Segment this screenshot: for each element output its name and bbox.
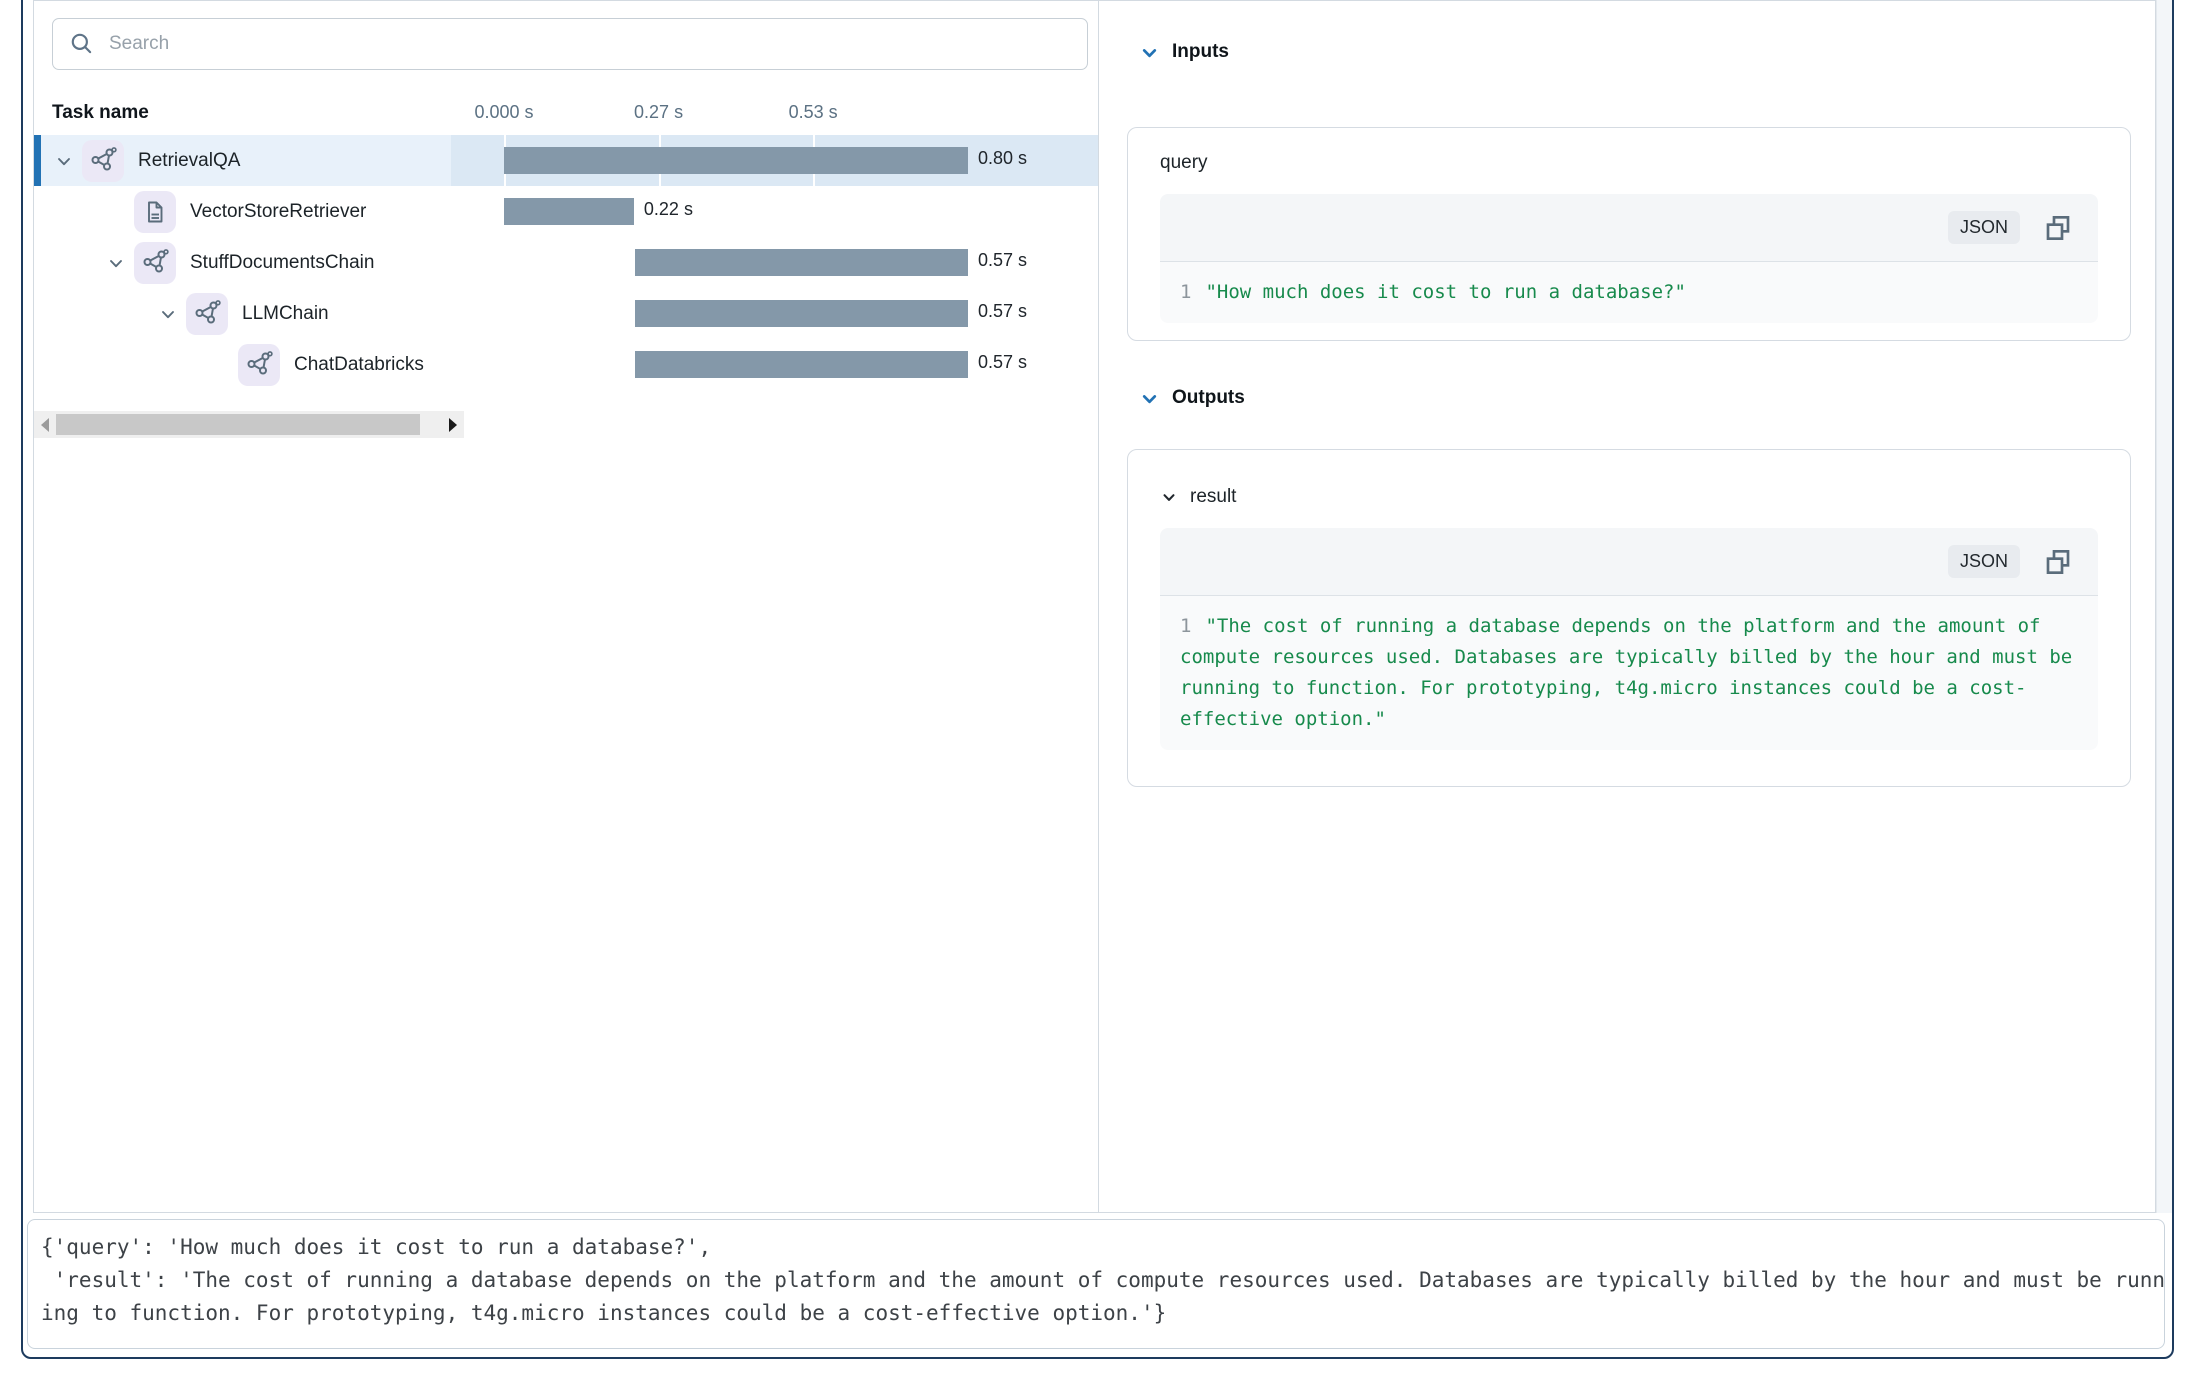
stdout-output-box: {'query': 'How much does it cost to run … — [27, 1219, 2165, 1349]
duration-label: 0.80 s — [978, 148, 1027, 169]
time-tick: 0.27 s — [634, 102, 683, 123]
span-details-pane: Inputs query JSON 1"How much do — [1099, 1, 2157, 1212]
expand-chevron-icon[interactable] — [46, 143, 82, 179]
scrollbar-thumb[interactable] — [56, 414, 420, 435]
duration-bar[interactable] — [504, 147, 968, 174]
duration-label: 0.57 s — [978, 301, 1027, 322]
task-row-retrievalqa[interactable]: RetrievalQA 0.80 s — [34, 135, 1098, 186]
copy-icon[interactable] — [2042, 546, 2074, 578]
query-code: 1"How much does it cost to run a databas… — [1160, 262, 2098, 323]
task-label: RetrievalQA — [138, 150, 240, 172]
chevron-down-icon — [1139, 388, 1160, 409]
duration-bar[interactable] — [635, 351, 969, 378]
result-field-name: result — [1190, 486, 1236, 508]
search-input[interactable] — [107, 32, 1087, 56]
result-code: 1"The cost of running a database depends… — [1160, 596, 2098, 750]
chain-icon — [238, 344, 280, 386]
query-card: query JSON 1"How much does it cost to ru… — [1127, 127, 2131, 341]
task-row-chatdatabricks[interactable]: ChatDatabricks 0.57 s — [34, 339, 1098, 390]
results-scroll-gutter[interactable] — [2156, 0, 2173, 1213]
timeline-axis: 0.000 s 0.27 s 0.53 s — [451, 96, 1098, 135]
horizontal-scrollbar[interactable] — [34, 411, 464, 438]
copy-icon[interactable] — [2042, 212, 2074, 244]
duration-label: 0.57 s — [978, 250, 1027, 271]
chain-icon — [82, 140, 124, 182]
query-field-name: query — [1160, 152, 2098, 174]
search-box[interactable] — [52, 18, 1088, 70]
task-label: StuffDocumentsChain — [190, 252, 374, 274]
chain-icon — [134, 242, 176, 284]
task-label: ChatDatabricks — [294, 354, 424, 376]
task-name-column-header: Task name — [52, 102, 149, 124]
search-icon — [69, 31, 95, 57]
duration-bar[interactable] — [635, 249, 969, 276]
trace-viewer: Task name 0.000 s 0.27 s 0.53 s Retrieva… — [33, 0, 2156, 1213]
expand-chevron-icon[interactable] — [98, 245, 134, 281]
expand-chevron-icon[interactable] — [150, 296, 186, 332]
document-icon — [134, 191, 176, 233]
task-label: VectorStoreRetriever — [190, 201, 366, 223]
outputs-section-title: Outputs — [1172, 387, 1245, 409]
result-card: result JSON 1"The cost of running a data… — [1127, 449, 2131, 787]
task-rows: RetrievalQA 0.80 s VectorStoreRetriever — [34, 135, 1098, 390]
chevron-down-icon — [1139, 42, 1160, 63]
task-label: LLMChain — [242, 303, 329, 325]
task-tree-pane: Task name 0.000 s 0.27 s 0.53 s Retrieva… — [34, 1, 1099, 1212]
task-row-vectorstoreretriever[interactable]: VectorStoreRetriever 0.22 s — [34, 186, 1098, 237]
outputs-section-toggle[interactable]: Outputs — [1139, 387, 1245, 409]
stdout-text: {'query': 'How much does it cost to run … — [41, 1231, 2164, 1330]
task-row-llmchain[interactable]: LLMChain 0.57 s — [34, 288, 1098, 339]
scroll-left-arrow-icon[interactable] — [34, 411, 56, 438]
duration-label: 0.57 s — [978, 352, 1027, 373]
duration-bar[interactable] — [504, 198, 634, 225]
task-row-stuffdocumentschain[interactable]: StuffDocumentsChain 0.57 s — [34, 237, 1098, 288]
chain-icon — [186, 293, 228, 335]
tree-header: Task name 0.000 s 0.27 s 0.53 s — [34, 96, 1098, 135]
duration-label: 0.22 s — [644, 199, 693, 220]
time-tick: 0.000 s — [474, 102, 533, 123]
query-code-block: JSON 1"How much does it cost to run a da… — [1160, 194, 2098, 323]
chevron-down-icon — [1160, 488, 1178, 506]
result-field-toggle[interactable]: result — [1160, 486, 2098, 508]
json-format-badge[interactable]: JSON — [1948, 211, 2020, 244]
time-tick: 0.53 s — [789, 102, 838, 123]
scroll-right-arrow-icon[interactable] — [442, 411, 464, 438]
result-code-block: JSON 1"The cost of running a database de… — [1160, 528, 2098, 750]
duration-bar[interactable] — [635, 300, 969, 327]
inputs-section-toggle[interactable]: Inputs — [1139, 41, 1229, 63]
json-format-badge[interactable]: JSON — [1948, 545, 2020, 578]
inputs-section-title: Inputs — [1172, 41, 1229, 63]
